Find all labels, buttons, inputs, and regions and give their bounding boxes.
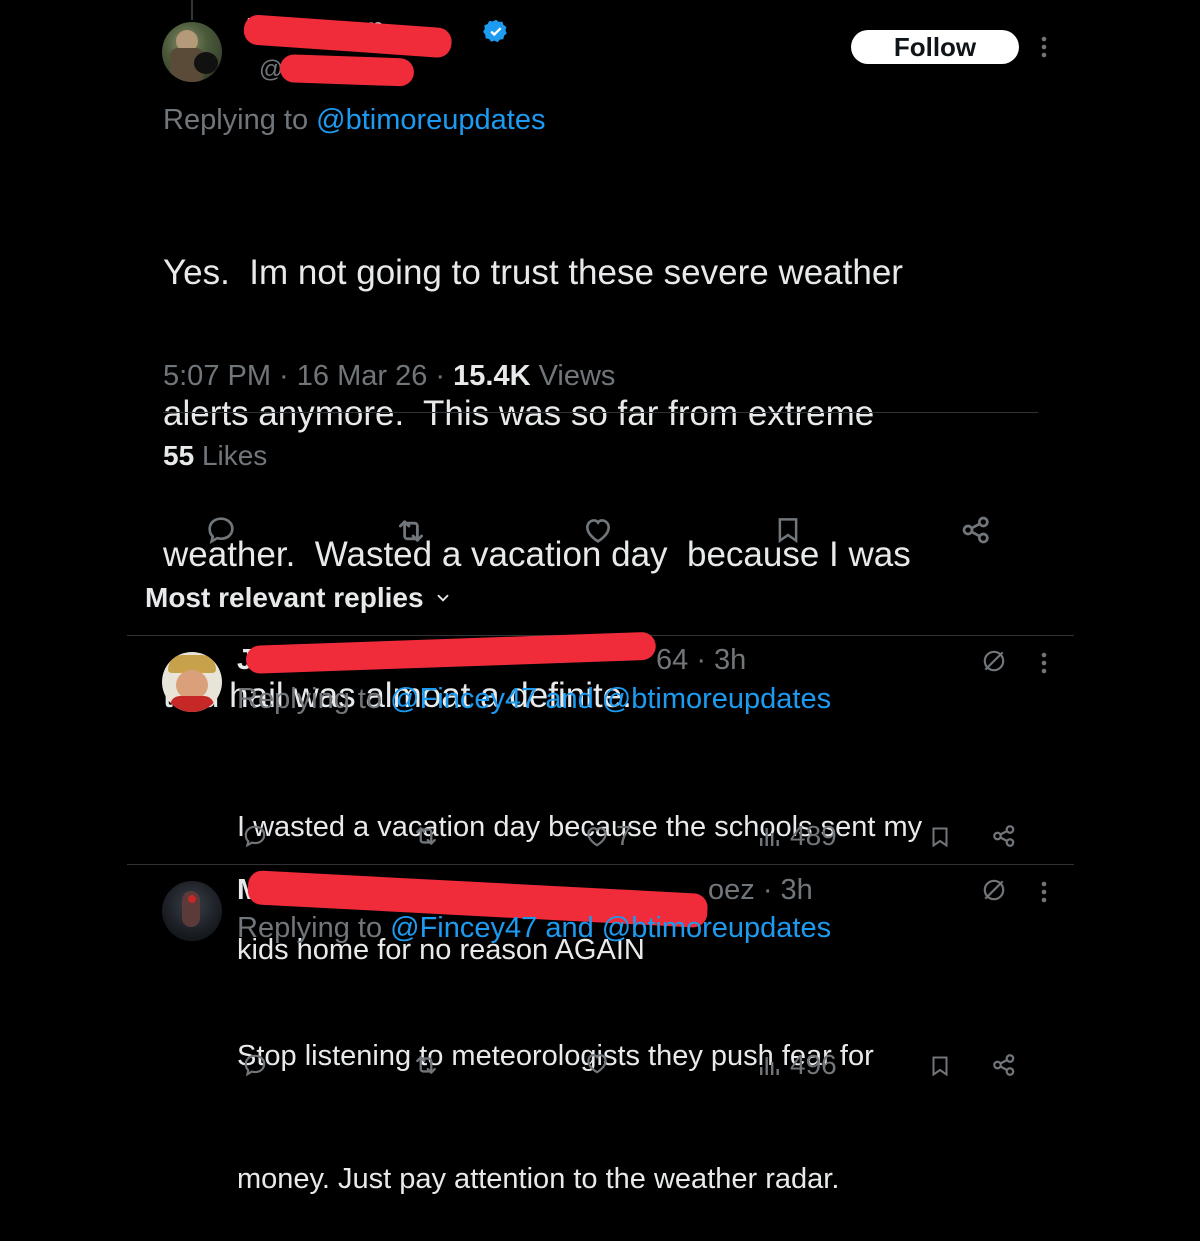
- thread-line: [191, 0, 193, 20]
- retweet-icon[interactable]: [394, 514, 428, 548]
- tweet-body: Yes. Im not going to trust these severe …: [163, 155, 911, 766]
- replying-to-link[interactable]: @Fincey47 and @btimoreupdates: [390, 683, 831, 715]
- tweet-time[interactable]: 5:07 PM: [163, 360, 271, 392]
- replying-prefix: Replying to: [163, 104, 309, 136]
- separator-dot: ·: [688, 644, 715, 676]
- reply-icon[interactable]: [242, 823, 268, 849]
- views-count: 489: [790, 820, 837, 851]
- bookmark-icon[interactable]: [928, 1052, 952, 1080]
- divider: [163, 412, 1038, 413]
- tweet-body-line: alerts anymore. This was so far from ext…: [163, 394, 875, 433]
- replying-to-link[interactable]: @btimoreupdates: [316, 104, 545, 136]
- reply-body: Stop listening to meteorologists they pu…: [237, 954, 874, 1241]
- replying-prefix: Replying to: [237, 912, 383, 944]
- replying-to-line: Replying to @Fincey47 and @btimoreupdate…: [237, 683, 831, 716]
- share-icon[interactable]: [960, 514, 992, 546]
- tweet-body-line: Yes. Im not going to trust these severe …: [163, 253, 903, 292]
- replying-to-line: Replying to @Fincey47 and @btimoreupdate…: [237, 912, 831, 945]
- like-icon: [584, 823, 610, 849]
- retweet-icon[interactable]: [412, 822, 440, 850]
- avatar[interactable]: [162, 22, 222, 82]
- redaction-mark: [279, 54, 415, 87]
- more-icon[interactable]: [1036, 34, 1052, 64]
- views-count: 496: [790, 1049, 837, 1080]
- tweet-date[interactable]: 16 Mar 26: [297, 360, 428, 392]
- grok-icon[interactable]: [981, 877, 1007, 903]
- grok-icon[interactable]: [981, 648, 1007, 674]
- replies-sort-dropdown[interactable]: Most relevant replies: [145, 582, 452, 614]
- reply-meta: 64 · 3h: [656, 644, 746, 677]
- more-icon[interactable]: [1036, 650, 1052, 680]
- reply-time[interactable]: 3h: [781, 874, 813, 906]
- like-action[interactable]: [584, 1050, 616, 1076]
- reply-handle-suffix[interactable]: oez: [708, 874, 755, 906]
- share-icon[interactable]: [991, 1052, 1017, 1078]
- bookmark-icon[interactable]: [928, 823, 952, 851]
- avatar[interactable]: [162, 881, 222, 941]
- reply-body-line: money. Just pay attention to the weather…: [237, 1163, 840, 1195]
- tweet-meta: 5:07 PM · 16 Mar 26 · 15.4K Views: [163, 360, 615, 393]
- views-icon: [758, 823, 782, 849]
- views-icon: [758, 1052, 782, 1078]
- views-action[interactable]: 489: [758, 820, 837, 852]
- separator-dot: ·: [754, 874, 781, 906]
- views-count[interactable]: 15.4K: [453, 360, 530, 392]
- follow-button[interactable]: Follow: [851, 30, 1019, 64]
- like-icon[interactable]: [582, 514, 614, 546]
- chevron-down-icon: [434, 589, 452, 607]
- replying-to-link[interactable]: @Fincey47 and @btimoreupdates: [390, 912, 831, 944]
- separator-dot: ·: [427, 360, 454, 392]
- likes-stat[interactable]: 55 Likes: [163, 440, 267, 472]
- retweet-icon[interactable]: [412, 1051, 440, 1079]
- bookmark-icon[interactable]: [773, 514, 803, 546]
- verified-badge-icon: [482, 18, 510, 46]
- like-count: 7: [616, 820, 632, 851]
- like-icon: [584, 1050, 610, 1076]
- reply-handle-suffix[interactable]: 64: [656, 644, 688, 676]
- reply-meta: oez · 3h: [708, 874, 813, 907]
- likes-label: Likes: [201, 440, 268, 471]
- reply-icon[interactable]: [205, 514, 237, 546]
- separator-dot: ·: [271, 360, 297, 392]
- replying-prefix: Replying to: [237, 683, 383, 715]
- replies-sort-label: Most relevant replies: [145, 582, 424, 613]
- reply-icon[interactable]: [242, 1052, 268, 1078]
- reply-time[interactable]: 3h: [714, 644, 746, 676]
- likes-count: 55: [163, 440, 195, 471]
- more-icon[interactable]: [1036, 879, 1052, 909]
- replying-to-line: Replying to @btimoreupdates: [163, 104, 546, 137]
- views-action[interactable]: 496: [758, 1049, 837, 1081]
- share-icon[interactable]: [991, 823, 1017, 849]
- divider: [127, 864, 1074, 865]
- avatar[interactable]: [162, 652, 222, 712]
- views-label: Views: [538, 360, 616, 392]
- like-action[interactable]: 7: [584, 820, 632, 852]
